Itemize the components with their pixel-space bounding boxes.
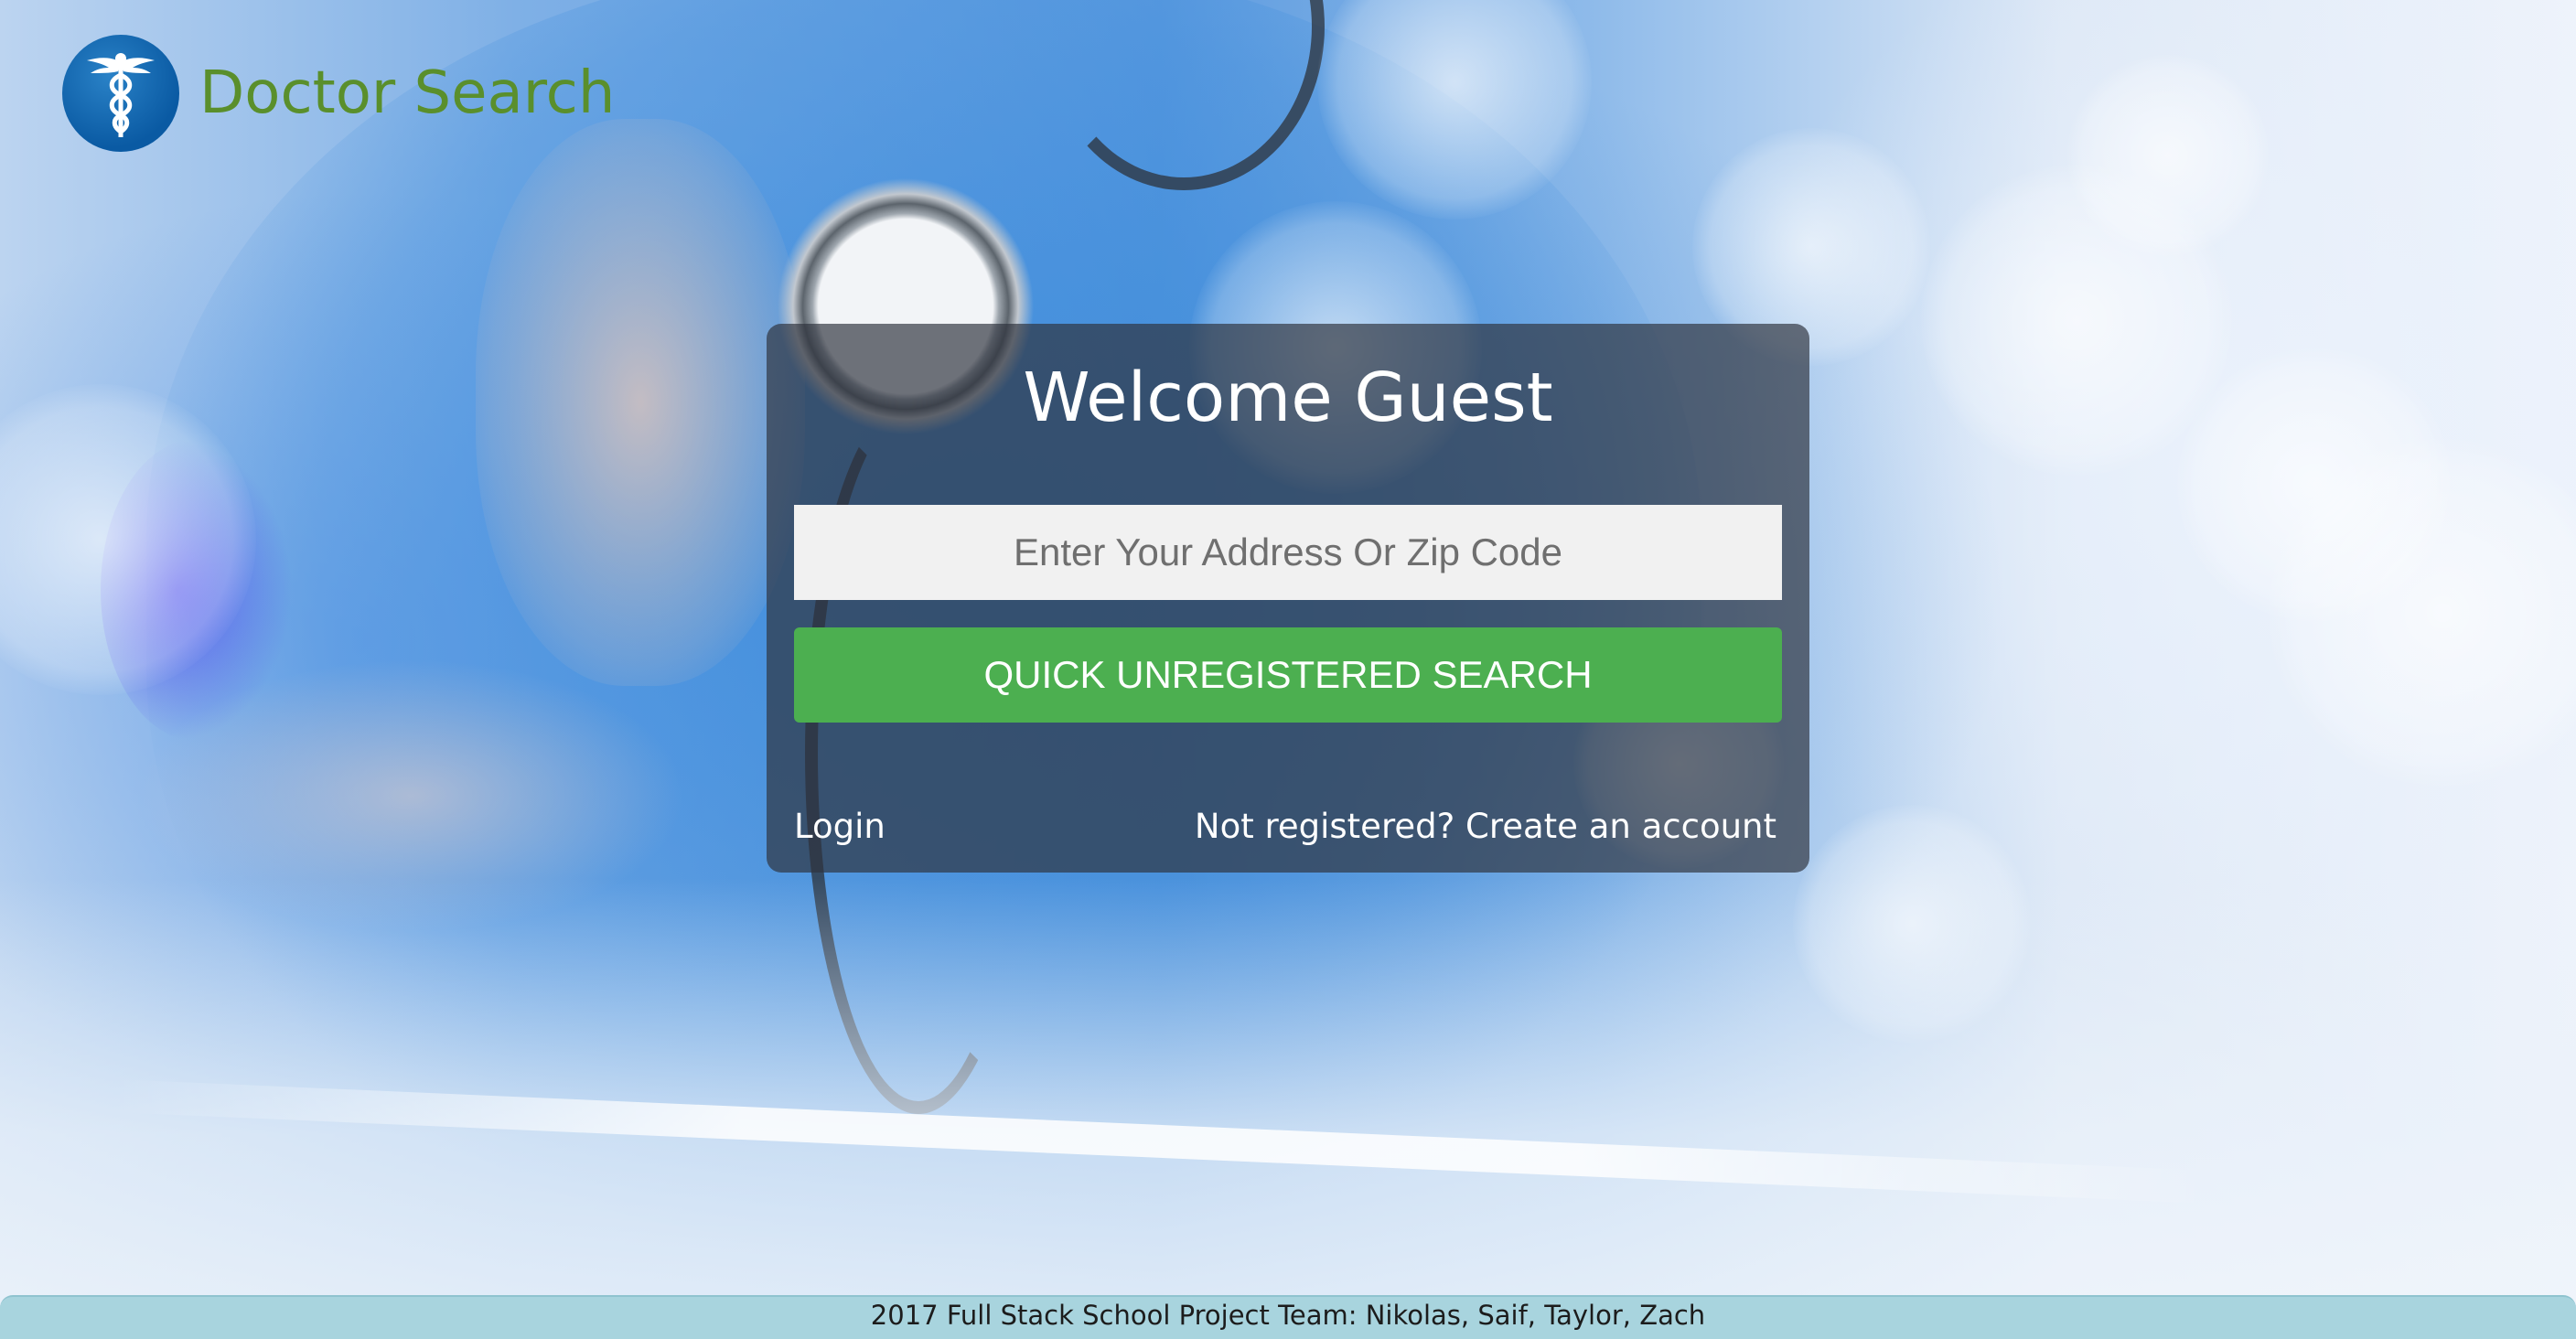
address-zip-input[interactable] [794,505,1782,600]
caduceus-icon-glyph [87,53,155,137]
create-account-link[interactable]: Not registered? Create an account [1195,807,1776,846]
hand-shape [476,119,805,686]
login-link[interactable]: Login [794,807,886,846]
brand-header[interactable]: Doctor Search [62,35,615,152]
caduceus-icon [62,35,179,152]
footer-credits: 2017 Full Stack School Project Team: Nik… [870,1300,1706,1331]
footer-bar: 2017 Full Stack School Project Team: Nik… [0,1295,2576,1339]
quick-unregistered-search-button[interactable]: QUICK UNREGISTERED SEARCH [794,627,1782,723]
welcome-title: Welcome Guest [1023,359,1553,437]
bokeh-light [2067,55,2269,256]
bokeh-light [2177,348,2452,622]
site-title[interactable]: Doctor Search [199,59,615,127]
welcome-panel: Welcome Guest QUICK UNREGISTERED SEARCH … [767,324,1809,873]
